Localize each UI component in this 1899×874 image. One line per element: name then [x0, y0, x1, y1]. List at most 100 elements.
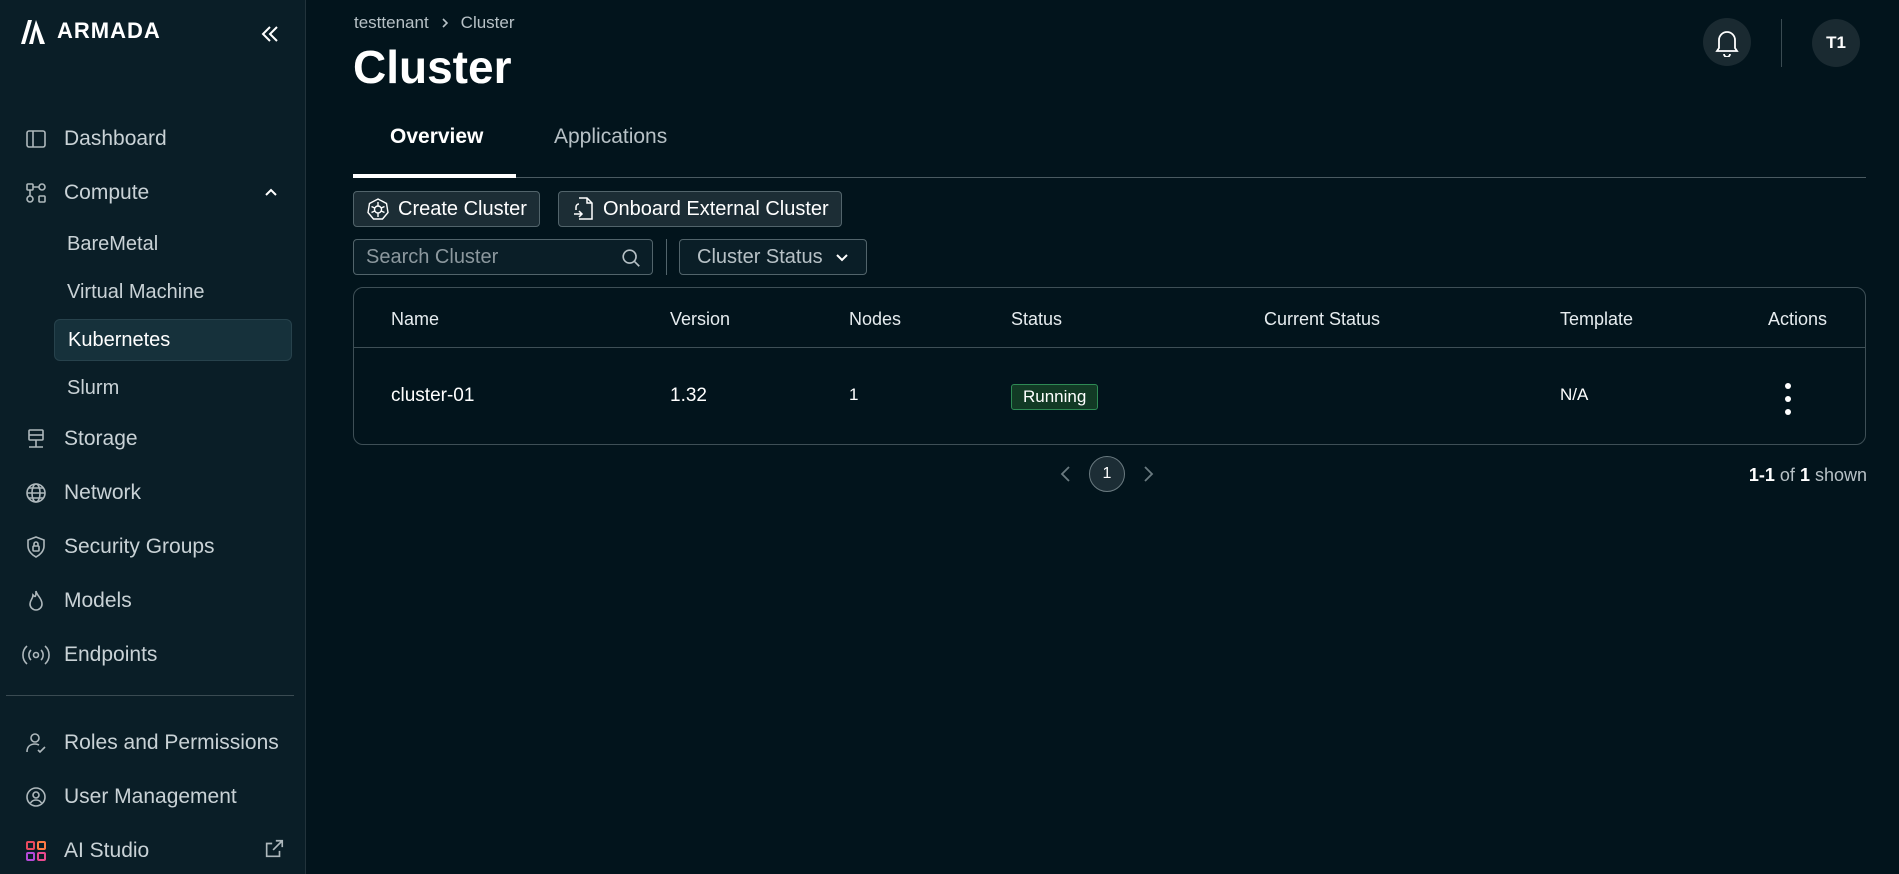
results-of: of — [1779, 465, 1795, 485]
cell-status: Running — [1011, 384, 1099, 410]
sidebar-item-endpoints[interactable]: Endpoints — [0, 628, 305, 682]
kebab-dot — [1785, 396, 1791, 402]
sidebar-item-label: Network — [64, 481, 142, 504]
sidebar-item-label: AI Studio — [64, 839, 150, 862]
kebab-dot — [1785, 409, 1791, 415]
tab-bar: Overview Applications — [353, 115, 1866, 178]
brand-name: ARMADA — [57, 18, 161, 43]
sidebar-item-label: User Management — [64, 785, 237, 808]
sidebar-item-kubernetes[interactable]: Kubernetes — [54, 319, 292, 361]
sidebar-item-models[interactable]: Models — [0, 574, 305, 628]
sidebar-item-ai-studio[interactable]: AI Studio — [0, 824, 305, 874]
results-count: 1-1 of 1 shown — [1749, 465, 1867, 486]
sidebar-item-network[interactable]: Network — [0, 466, 305, 520]
column-header-name: Name — [391, 309, 440, 329]
app-root: ARMADA Dashboard Compute BareMetal Virtu… — [0, 0, 1899, 874]
kebab-dot — [1785, 383, 1791, 389]
breadcrumb: testtenant Cluster — [354, 13, 515, 33]
next-page-button[interactable] — [1141, 464, 1155, 484]
brand-logo[interactable]: ARMADA — [19, 16, 161, 46]
cluster-status-value: Cluster Status — [697, 245, 823, 268]
column-header-status: Status — [1011, 309, 1063, 329]
cell-name[interactable]: cluster-01 — [391, 385, 474, 407]
column-header-template: Template — [1560, 309, 1634, 329]
status-badge: Running — [1011, 384, 1099, 410]
sidebar-item-label: Roles and Permissions — [64, 731, 279, 754]
sidebar-item-slurm[interactable]: Slurm — [0, 364, 305, 412]
sidebar-item-roles-and-permissions[interactable]: Roles and Permissions — [0, 716, 305, 770]
column-header-nodes: Nodes — [849, 309, 902, 329]
table-row[interactable]: cluster-01 1.32 1 Running N/A — [354, 349, 1865, 445]
sidebar-bottom-nav: Roles and Permissions User Management AI… — [0, 716, 305, 874]
sidebar-item-baremetal[interactable]: BareMetal — [0, 220, 305, 268]
sidebar-item-label: Security Groups — [64, 535, 215, 558]
filter-divider — [666, 239, 667, 275]
collapse-sidebar-button[interactable] — [256, 20, 284, 48]
kubernetes-icon — [367, 198, 389, 220]
user-check-icon — [22, 729, 50, 757]
breadcrumb-current: Cluster — [460, 13, 515, 32]
table-header: Name Version Nodes Status Current Status… — [354, 288, 1865, 348]
sidebar-item-label: Models — [64, 589, 132, 612]
sidebar-item-label: Endpoints — [64, 643, 158, 666]
breadcrumb-tenant[interactable]: testtenant — [354, 13, 429, 33]
sidebar-item-security-groups[interactable]: Security Groups — [0, 520, 305, 574]
sidebar-item-label: Dashboard — [64, 127, 167, 150]
active-tab-indicator — [353, 174, 516, 178]
search-box — [353, 239, 653, 275]
page-title: Cluster — [353, 41, 512, 93]
tab-overview[interactable]: Overview — [390, 125, 483, 149]
onboard-external-cluster-button[interactable]: Onboard External Cluster — [558, 191, 842, 227]
notifications-button[interactable] — [1703, 18, 1751, 66]
search-icon[interactable] — [620, 247, 642, 269]
pagination: 1 — [1059, 456, 1155, 492]
bell-icon — [1715, 31, 1739, 57]
dashboard-icon — [22, 125, 50, 153]
sidebar-item-virtual-machine[interactable]: Virtual Machine — [0, 268, 305, 316]
double-chevron-left-icon — [261, 26, 278, 42]
chevron-up-icon[interactable] — [261, 182, 281, 202]
onboard-external-cluster-label: Onboard External Cluster — [603, 197, 829, 220]
chevron-left-icon — [1060, 466, 1070, 482]
create-cluster-button[interactable]: Create Cluster — [353, 191, 540, 227]
chevron-right-icon — [442, 18, 448, 28]
previous-page-button[interactable] — [1059, 464, 1073, 484]
sidebar-item-dashboard[interactable]: Dashboard — [0, 112, 305, 166]
sidebar-nav: Dashboard Compute BareMetal Virtual Mach… — [0, 112, 305, 682]
column-header-actions: Actions — [1768, 309, 1828, 329]
sidebar-item-user-management[interactable]: User Management — [0, 770, 305, 824]
tab-applications[interactable]: Applications — [554, 125, 667, 149]
ai-studio-grid-icon — [22, 837, 50, 865]
cell-version: 1.32 — [670, 385, 707, 406]
cluster-table: Name Version Nodes Status Current Status… — [353, 287, 1866, 445]
column-header-version: Version — [670, 309, 731, 329]
header-divider — [1781, 19, 1782, 67]
page-number-button[interactable]: 1 — [1089, 456, 1125, 492]
chevron-down-icon — [835, 254, 848, 262]
avatar[interactable]: T1 — [1812, 19, 1860, 67]
broadcast-icon — [22, 641, 50, 669]
sidebar-item-compute[interactable]: Compute — [0, 166, 305, 220]
sidebar-item-storage[interactable]: Storage — [0, 412, 305, 466]
globe-icon — [22, 479, 50, 507]
main-content: testtenant Cluster Cluster T1 Overview A… — [306, 0, 1899, 874]
storage-icon — [22, 425, 50, 453]
compute-icon — [22, 179, 50, 207]
results-suffix: shown — [1814, 465, 1867, 485]
sidebar-divider — [6, 695, 294, 696]
chevron-right-icon — [1144, 466, 1154, 482]
sidebar-item-label: Compute — [64, 181, 150, 204]
external-link-icon[interactable] — [263, 838, 285, 860]
sidebar-item-label: Storage — [64, 427, 138, 450]
cluster-status-select[interactable]: Cluster Status — [679, 239, 867, 275]
row-actions-menu-button[interactable] — [1778, 383, 1798, 415]
results-range: 1-1 — [1748, 465, 1775, 485]
results-total: 1 — [1799, 465, 1810, 485]
shield-lock-icon — [22, 533, 50, 561]
cell-nodes: 1 — [849, 385, 859, 404]
search-input[interactable] — [354, 240, 652, 274]
user-circle-icon — [22, 783, 50, 811]
cell-template: N/A — [1560, 385, 1589, 404]
sidebar: ARMADA Dashboard Compute BareMetal Virtu… — [0, 0, 306, 874]
flame-icon — [22, 587, 50, 615]
